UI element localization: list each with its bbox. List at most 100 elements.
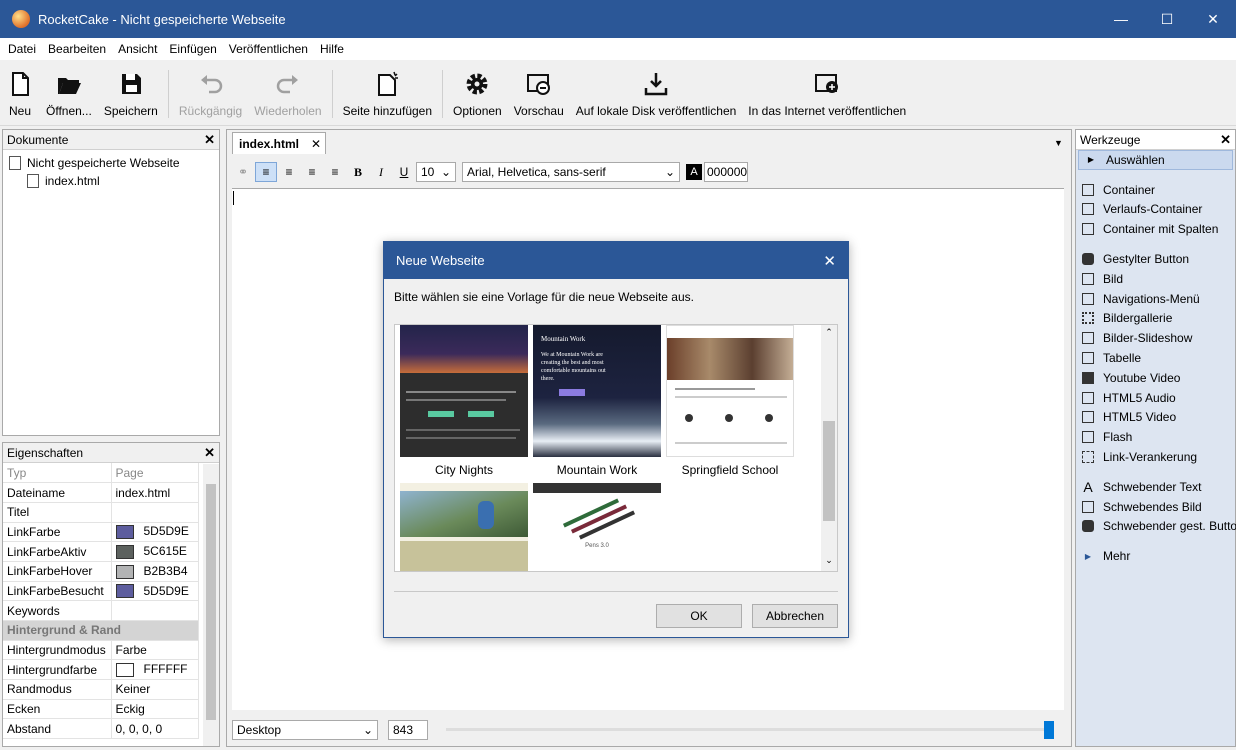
tool-html5-audio[interactable]: HTML5 Audio [1076,388,1235,408]
ok-button[interactable]: OK [656,604,742,628]
preview-button[interactable]: Vorschau [508,60,570,122]
minimize-button[interactable]: — [1098,0,1144,38]
menu-veroeffentlichen[interactable]: Veröffentlichen [223,42,314,56]
prop-row[interactable]: LinkFarbeBesucht 5D5D9E [3,581,199,602]
text-color-icon[interactable]: A [686,164,702,180]
prop-row[interactable]: Ecken Eckig [3,699,199,720]
redo-button[interactable]: Wiederholen [248,60,327,122]
tab-index-html[interactable]: index.html ✕ [232,132,326,154]
prop-row[interactable]: Titel [3,502,199,523]
tool-bild[interactable]: Bild [1076,269,1235,289]
prop-row[interactable]: LinkFarbeHover B2B3B4 [3,561,199,582]
tool-gestylter-button[interactable]: Gestylter Button [1076,249,1235,269]
align-center-icon[interactable]: ≡ [278,162,300,182]
toolbar: Neu Öffnen... Speichern Rückgängig Wiede… [0,60,1236,126]
maximize-button[interactable]: ☐ [1144,0,1190,38]
youtube-icon [1082,371,1094,384]
width-field[interactable]: 843 [388,720,428,740]
tool-html5-video[interactable]: HTML5 Video [1076,408,1235,428]
tool-bilder-slideshow[interactable]: Bilder-Slideshow [1076,328,1235,348]
color-swatch[interactable] [115,525,134,540]
italic-icon[interactable]: I [370,162,392,182]
properties-scrollbar[interactable] [203,464,219,746]
color-swatch[interactable] [115,564,134,579]
close-tab-icon[interactable]: ✕ [311,137,321,151]
align-right-icon[interactable]: ≡ [301,162,323,182]
template-springfield-school[interactable]: Springfield School [666,325,794,477]
text-color-value[interactable]: 000000 [704,162,748,182]
font-family-select[interactable]: Arial, Helvetica, sans-serif ⌄ [462,162,680,182]
dialog-separator [394,591,838,592]
options-button[interactable]: Optionen [447,60,508,122]
menu-bearbeiten[interactable]: Bearbeiten [42,42,112,56]
open-button[interactable]: Öffnen... [40,60,98,122]
close-properties-icon[interactable]: ✕ [204,445,215,461]
template-travel[interactable] [400,483,528,571]
publish-local-button[interactable]: Auf lokale Disk veröffentlichen [570,60,743,122]
prop-row[interactable]: Randmodus Keiner [3,679,199,700]
gear-icon [466,73,488,95]
template-list-scrollbar[interactable]: ⌃ ⌄ [821,325,837,571]
tree-item-index[interactable]: index.html [9,172,213,190]
align-justify-icon[interactable]: ≡ [324,162,346,182]
tool-mehr[interactable]: ▶ Mehr [1076,546,1235,566]
bold-icon[interactable]: B [347,162,369,182]
template-city-nights[interactable]: City Nights [400,325,528,477]
color-swatch[interactable] [115,545,134,559]
link-icon[interactable]: ⚭ [232,162,254,182]
template-mountain-work[interactable]: Mountain Work We at Mountain Work are cr… [533,325,661,477]
tool-tabelle[interactable]: Tabelle [1076,348,1235,368]
new-button[interactable]: Neu [0,60,40,122]
tool-youtube-video[interactable]: Youtube Video [1076,368,1235,388]
menu-einfuegen[interactable]: Einfügen [163,42,222,56]
tool-link-verankerung[interactable]: Link-Verankerung [1076,447,1235,467]
undo-button[interactable]: Rückgängig [173,60,248,122]
view-mode-select[interactable]: Desktop ⌄ [232,720,378,740]
tool-bildergallerie[interactable]: Bildergallerie [1076,309,1235,329]
tab-menu-icon[interactable]: ▼ [1054,138,1063,148]
close-documents-icon[interactable]: ✕ [204,132,215,148]
view-bar: Desktop ⌄ 843 [232,718,1066,742]
tool-navigations-menue[interactable]: Navigations-Menü [1076,289,1235,309]
save-button[interactable]: Speichern [98,60,164,122]
prop-row[interactable]: Hintergrundmodus Farbe [3,640,199,661]
tool-container[interactable]: Container [1076,180,1235,200]
prop-row[interactable]: LinkFarbeAktiv 5C615E [3,541,199,562]
close-tools-icon[interactable]: ✕ [1220,132,1231,148]
scroll-down-icon[interactable]: ⌄ [821,555,837,566]
tree-root[interactable]: Nicht gespeicherte Webseite [9,154,213,172]
slider-handle[interactable] [1044,721,1054,739]
tool-container-spalten[interactable]: Container mit Spalten [1076,219,1235,239]
close-button[interactable]: ✕ [1190,0,1236,38]
add-page-button[interactable]: Seite hinzufügen [337,60,438,122]
tool-schwebender-text[interactable]: A Schwebender Text [1076,477,1235,497]
align-left-icon[interactable]: ≡ [255,162,277,182]
tools-panel: Werkzeuge ✕ ▶ Auswählen Container Verlaufs… [1075,129,1236,747]
scroll-up-icon[interactable]: ⌃ [821,327,837,338]
tool-verlaufs-container[interactable]: Verlaufs-Container [1076,200,1235,220]
prop-group-header: Hintergrund & Rand [3,620,199,641]
scrollbar-thumb[interactable] [206,484,216,720]
tool-schwebendes-bild[interactable]: Schwebendes Bild [1076,497,1235,517]
underline-icon[interactable]: U [393,162,415,182]
menu-ansicht[interactable]: Ansicht [112,42,163,56]
prop-row[interactable]: Dateiname index.html [3,482,199,503]
color-swatch[interactable] [115,663,134,678]
cancel-button[interactable]: Abbrechen [752,604,838,628]
prop-row[interactable]: Keywords [3,600,199,621]
prop-row[interactable]: Abstand 0, 0, 0, 0 [3,718,199,740]
tool-flash[interactable]: Flash [1076,427,1235,447]
prop-row[interactable]: Hintergrundfarbe FFFFFF [3,659,199,681]
prop-row[interactable]: LinkFarbe 5D5D9E [3,522,199,543]
publish-internet-button[interactable]: In das Internet veröffentlichen [742,60,912,122]
scrollbar-thumb[interactable] [823,421,835,521]
tool-auswaehlen[interactable]: ▶ Auswählen [1078,150,1233,170]
color-swatch[interactable] [115,584,134,599]
dialog-close-icon[interactable]: ✕ [823,252,836,270]
font-size-select[interactable]: 10 ⌄ [416,162,456,182]
template-pens[interactable]: Pens 3.0 [533,483,661,571]
width-slider[interactable] [446,720,1054,740]
menu-hilfe[interactable]: Hilfe [314,42,350,56]
menu-datei[interactable]: Datei [2,42,42,56]
tool-schwebender-button[interactable]: Schwebender gest. Button [1076,517,1236,537]
